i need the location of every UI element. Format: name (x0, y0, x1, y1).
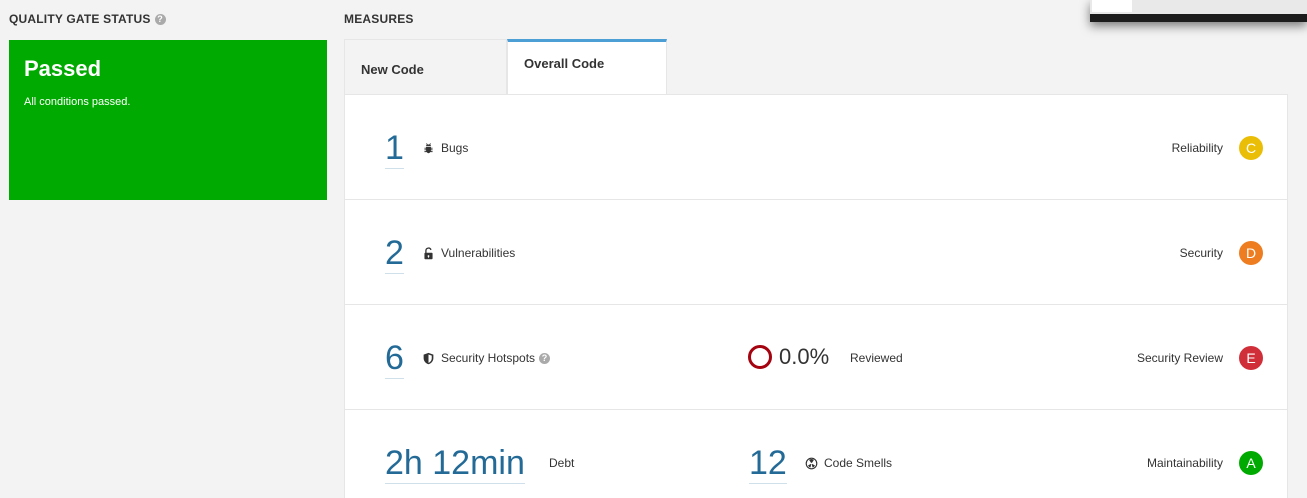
debt-value[interactable]: 2h 12min (385, 445, 525, 484)
security-label: Security (1179, 246, 1223, 260)
quality-gate-status: Passed (24, 56, 102, 81)
vulnerabilities-count[interactable]: 2 (385, 235, 404, 274)
window-thumbnail (1090, 0, 1307, 22)
help-icon[interactable]: ? (539, 352, 551, 364)
vulnerabilities-label-text: Vulnerabilities (441, 246, 516, 260)
bugs-count[interactable]: 1 (385, 130, 404, 169)
measure-row-hotspots: 6 Security Hotspots ? 0.0% Reviewed Secu… (345, 305, 1287, 410)
reviewed-percentage[interactable]: 0.0% (779, 344, 829, 370)
measures-tabs: New Code Overall Code (344, 39, 667, 95)
help-icon[interactable]: ? (154, 13, 166, 25)
quality-gate-title-text: QUALITY GATE STATUS (9, 12, 151, 26)
hotspots-count[interactable]: 6 (385, 340, 404, 379)
tab-overall-code-label: Overall Code (524, 56, 605, 71)
hotspots-label: Security Hotspots ? (422, 351, 551, 365)
reliability-rating-badge[interactable]: C (1239, 136, 1263, 160)
bugs-label-text: Bugs (441, 141, 469, 155)
reliability-label: Reliability (1171, 141, 1223, 155)
security-rating-badge[interactable]: D (1239, 241, 1263, 265)
unlock-icon (424, 246, 433, 259)
quality-gate-title: QUALITY GATE STATUS ? (9, 12, 166, 26)
measure-row-vulnerabilities: 2 Vulnerabilities Security D (345, 200, 1287, 305)
measures-panel: 1 Bugs Reliability C 2 Vulnerabilities S… (344, 94, 1288, 498)
code-smells-label: Code Smells (805, 456, 892, 470)
shield-icon (423, 352, 434, 364)
quality-gate-status-box: Passed All conditions passed. (9, 40, 327, 200)
thumbnail-content (1092, 0, 1132, 12)
thumbnail-taskbar (1090, 14, 1307, 22)
measure-row-bugs: 1 Bugs Reliability C (345, 95, 1287, 200)
reviewed-label: Reviewed (850, 351, 903, 365)
security-review-rating-badge[interactable]: E (1239, 346, 1263, 370)
hotspots-label-text: Security Hotspots (441, 351, 536, 365)
tab-overall-code[interactable]: Overall Code (507, 39, 667, 95)
debt-label: Debt (549, 456, 575, 470)
maintainability-rating-badge[interactable]: A (1239, 451, 1263, 475)
maintainability-label: Maintainability (1146, 456, 1223, 470)
reviewed-ring-icon (748, 345, 772, 369)
measure-row-maintainability: 2h 12min Debt 12 Code Smells Maintainabi… (345, 410, 1287, 498)
security-review-label: Security Review (1136, 351, 1223, 365)
measures-title: MEASURES (344, 12, 414, 26)
bug-icon (424, 142, 433, 153)
tab-new-code[interactable]: New Code (344, 39, 507, 95)
code-smell-icon (805, 457, 818, 469)
tab-new-code-label: New Code (361, 62, 424, 77)
code-smells-label-text: Code Smells (824, 456, 893, 470)
code-smells-count[interactable]: 12 (749, 445, 787, 484)
bugs-label: Bugs (422, 141, 468, 155)
quality-gate-description: All conditions passed. (24, 96, 131, 108)
vulnerabilities-label: Vulnerabilities (422, 246, 515, 260)
